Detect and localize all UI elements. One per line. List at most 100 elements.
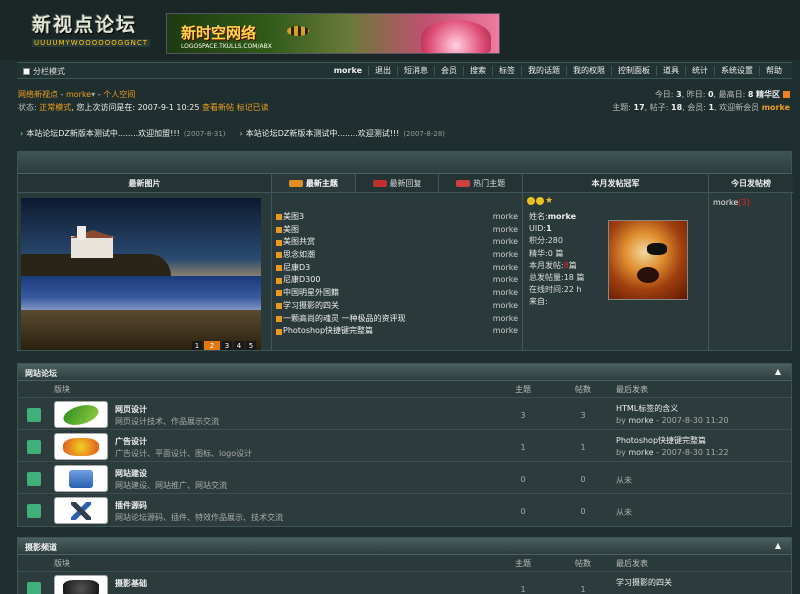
rss-icon[interactable] [783,91,790,98]
forum-logo[interactable] [54,401,108,428]
tab-latest-replies[interactable]: 最新回复 [356,174,440,192]
announcement-text[interactable]: 本站论坛DZ新版本测试中........欢迎测试!!! [246,129,400,138]
view-new-posts-link[interactable]: 查看新帖 [202,103,234,112]
thread-title-link[interactable]: 尼康D3 [283,262,310,275]
nav-item-stats[interactable]: 统计 [685,66,714,76]
pager-button[interactable]: 3 [222,341,232,350]
thread-author-link[interactable]: morke [493,224,518,237]
thread-title-link[interactable]: 思念如潮 [283,249,315,262]
thread-author-link[interactable]: morke [493,274,518,287]
collapse-icon[interactable]: ▲ [775,541,781,550]
collapse-icon[interactable]: ▲ [775,367,781,376]
thread-author-link[interactable]: morke [493,262,518,275]
forum-logo[interactable] [54,465,108,492]
rank-icons: ★ [527,197,553,206]
forum-logo[interactable] [54,497,108,524]
nav-item-logout[interactable]: 退出 [368,66,397,76]
thread-author-link[interactable]: morke [493,236,518,249]
nav-item-messages[interactable]: 短消息 [397,66,434,76]
nav-item-members[interactable]: 会员 [434,66,463,76]
chevron-down-icon[interactable]: ▾ [91,90,95,99]
digest-link[interactable]: 精华区 [756,90,780,99]
nav-item-user[interactable]: morke [328,66,368,76]
checkbox-icon[interactable] [23,68,30,75]
digest-value: 0 篇 [547,248,564,258]
thread-title-link[interactable]: 学习摄影的四关 [283,300,339,313]
last-post-user-link[interactable]: morke [628,416,653,425]
champion-avatar[interactable] [608,220,688,300]
thread-author-link[interactable]: morke [493,287,518,300]
status-mode-link[interactable]: 正常模式 [39,103,71,112]
last-post-user-link[interactable]: morke [628,448,653,457]
nav-item-tags[interactable]: 标签 [492,66,521,76]
points-value: 280 [547,236,563,246]
site-name-link[interactable]: 网络新视点 [18,90,58,99]
online-time-label: 在线时间: [529,285,564,295]
forum-name-link[interactable]: 网页设计 [115,404,147,415]
pager-button[interactable]: 1 [192,341,202,350]
forum-name-link[interactable]: 插件源码 [115,500,147,511]
last-post-title-link[interactable]: HTML标签的含义 [616,403,729,415]
pager-button[interactable]: 4 [234,341,244,350]
today-user-link[interactable]: morke [713,198,738,207]
pager-button-active[interactable]: 2 [204,341,220,350]
forum-row: 插件源码 网站论坛源码、插件、特效作品展示、技术交流 0 0 从未 [18,494,791,526]
site-logo[interactable]: 新视点论坛 UUUUMYWOOOOOOGGNCT [32,10,152,50]
forum-category-web: 网站论坛 ▲ 版块 主题 帖数 最后发表 网页设计 网页设计技术、作品展示交流 … [17,363,792,527]
announcement-text[interactable]: 本站论坛DZ新版本测试中........欢迎加盟!!! [26,129,180,138]
last-post-title-link[interactable]: 学习摄影的四关 [616,577,672,589]
newest-member-link[interactable]: morke [762,103,790,112]
forum-name-link[interactable]: 广告设计 [115,436,147,447]
category-header: 摄影频道 ▲ [18,538,791,555]
user-menu[interactable]: morke [66,90,91,99]
thread-title-link[interactable]: Photoshop快捷键完整篇 [283,325,373,338]
forum-logo[interactable] [54,575,108,594]
nav-item-my-permissions[interactable]: 我的权限 [566,66,611,76]
tab-hot-topics[interactable]: 热门主题 [439,174,522,192]
forum-name-link[interactable]: 摄影基础 [115,578,147,589]
thread-author-link[interactable]: morke [493,313,518,326]
forum-last-post: 学习摄影的四关 [616,577,672,589]
forum-status-icon [27,408,41,422]
nav-item-settings[interactable]: 系统设置 [714,66,759,76]
banner-ad[interactable]: 新时空网络 LOGOSPACE.TKULLS.COM/ABX [166,13,500,54]
thread-title-link[interactable]: 美图 [283,224,299,237]
forum-name-link[interactable]: 网站建设 [115,468,147,479]
personal-space-link[interactable]: 个人空间 [103,90,135,99]
list-item: Photoshop快捷键完整篇 morke [276,325,518,338]
nav-item-control-panel[interactable]: 控制面板 [611,66,656,76]
slideshow-pager: 1 2 3 4 5 [192,341,256,350]
last-post-none: 从未 [616,508,632,517]
thread-title-link[interactable]: 一颗高尚的魂灵 一种极品的资评现 [283,313,406,326]
split-mode-toggle[interactable]: 分栏模式 [23,66,65,77]
slideshow-image[interactable]: 1 2 3 4 5 [21,198,261,350]
mark-read-link[interactable]: 标记已读 [237,103,269,112]
thread-title-link[interactable]: 美图3 [283,211,304,224]
thread-title-link[interactable]: 尼康D300 [283,274,320,287]
thread-author-link[interactable]: morke [493,249,518,262]
forum-description: 网站论坛源码、插件、特效作品展示、技术交流 [115,513,283,522]
champion-name-link[interactable]: morke [548,212,576,221]
thread-title-link[interactable]: 美图共赏 [283,236,315,249]
forum-logo[interactable] [54,433,108,460]
thread-author-link[interactable]: morke [493,325,518,338]
announcement-item[interactable]: › 本站论坛DZ新版本测试中........欢迎加盟!!! (2007-8-31) [20,128,226,139]
category-title-link[interactable]: 网站论坛 [25,368,57,379]
thread-author-link[interactable]: morke [493,211,518,224]
nav-item-my-topics[interactable]: 我的话题 [521,66,566,76]
today-ranking-panel: 今日发帖榜 morke[3] [709,174,793,350]
nav-item-search[interactable]: 搜索 [463,66,492,76]
tab-latest-topics[interactable]: 最新主题 [272,174,356,192]
last-post-title-link[interactable]: Photoshop快捷键完整篇 [616,435,729,447]
col-posts: 帖数 [575,559,591,568]
thread-author-link[interactable]: morke [493,300,518,313]
today-ranking-title: 今日发帖榜 [709,174,793,193]
category-title-link[interactable]: 摄影频道 [25,542,57,553]
forum-status-icon [27,504,41,518]
nav-item-help[interactable]: 帮助 [759,66,788,76]
thread-title-link[interactable]: 中国明星外国籍 [283,287,339,300]
uid-label: UID: [529,224,547,234]
announcement-item[interactable]: › 本站论坛DZ新版本测试中........欢迎测试!!! (2007-8-28) [240,128,446,139]
pager-button[interactable]: 5 [246,341,256,350]
nav-item-tools[interactable]: 道具 [656,66,685,76]
